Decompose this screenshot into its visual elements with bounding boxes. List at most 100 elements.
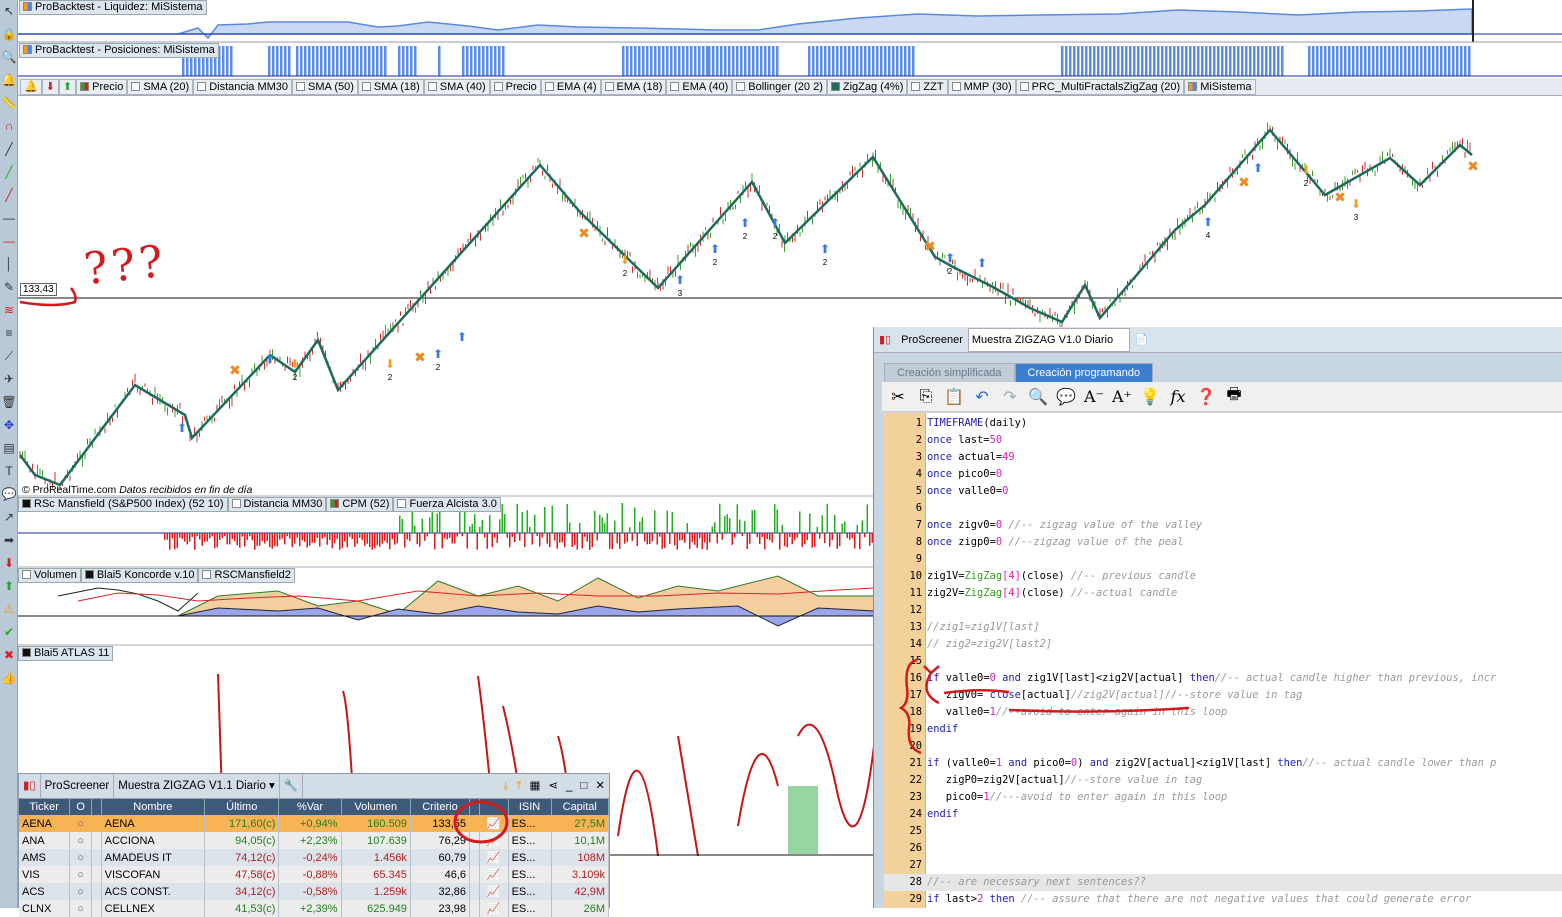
up-arrow-icon[interactable]: ⬆ [1, 578, 17, 594]
cell-ticker: ANA [19, 832, 71, 849]
down-button[interactable]: ⬇ [41, 78, 59, 95]
panel-tab[interactable]: CPM (52) [326, 497, 394, 512]
check-icon[interactable]: ✔ [1, 624, 17, 640]
column-header[interactable]: Nombre [101, 799, 206, 815]
indicator-tab[interactable]: SMA (50) [292, 78, 358, 95]
indicator-tab[interactable]: Precio [76, 78, 128, 95]
right-arrow-icon[interactable]: ➡ [1, 532, 17, 548]
indicator-tab[interactable]: SMA (40) [423, 78, 490, 95]
column-header[interactable]: Último [204, 799, 280, 815]
font-decrease-icon[interactable]: A⁻ [1084, 387, 1104, 406]
magnet-icon[interactable]: ∩ [1, 118, 17, 134]
share-icon[interactable]: ⋖ [544, 774, 562, 799]
indicator-tab[interactable]: MMP (30) [947, 78, 1016, 95]
indicator-tab[interactable]: EMA (40) [666, 78, 733, 95]
close-icon[interactable]: ✕ [591, 774, 609, 799]
column-header[interactable]: %Var [278, 799, 342, 815]
up-button[interactable]: ⬆ [58, 78, 77, 95]
cell-vol: 107.639 [341, 832, 411, 849]
green-line-icon[interactable]: ╱ [1, 164, 17, 180]
warning-icon[interactable]: ⚠ [1, 601, 17, 617]
ruler-icon[interactable]: 📏 [1, 95, 17, 111]
font-increase-icon[interactable]: A⁺ [1112, 387, 1132, 406]
line-icon[interactable]: ╱ [1, 141, 17, 157]
red-line-icon[interactable]: ╱ [1, 187, 17, 203]
rsc-bar [486, 533, 488, 549]
lightbulb-icon[interactable]: 💡 [1140, 387, 1160, 407]
panel-tab[interactable]: RSc Mansfield (S&P500 Index) (52 10) [18, 497, 228, 512]
arrow-icon[interactable]: ↗ [1, 509, 17, 525]
indicator-tab[interactable]: EMA (18) [600, 78, 667, 95]
table-row[interactable]: AENA ○ AENA 171,60(c) +0,94% 160.509 133,55 📈 ES… [19, 815, 609, 832]
indicator-tab[interactable]: PRC_MultiFractalsZigZag (20) [1015, 78, 1185, 95]
help-doc-icon[interactable]: 📄 [1130, 333, 1154, 346]
zoom-icon[interactable]: 🔍 [1, 49, 17, 65]
red-horizontal-icon[interactable]: ― [1, 233, 17, 249]
screener-select[interactable]: Muestra ZIGZAG V1.1 Diario ▾ [114, 773, 280, 799]
column-header[interactable] [91, 799, 102, 815]
indicator-tab[interactable]: EMA (4) [540, 78, 601, 95]
cursor-icon[interactable]: ↖ [1, 3, 17, 19]
satellite-icon[interactable]: ✈ [1, 371, 17, 387]
tab-simplified[interactable]: Creación simplificada [884, 363, 1015, 382]
comment-icon[interactable]: 💬 [1056, 387, 1076, 407]
undo-icon[interactable]: ↶ [972, 387, 992, 407]
cross-icon[interactable]: ✖ [1, 647, 17, 663]
cut-icon[interactable]: ✂ [888, 387, 908, 407]
indicator-tab[interactable]: SMA (18) [357, 78, 424, 95]
function-icon[interactable]: fx [1168, 387, 1188, 406]
layout-icon[interactable]: ▦ [525, 774, 544, 799]
panel-tab[interactable]: Blai5 Koncorde v.10 [80, 568, 199, 583]
panel-tab[interactable]: Distancia MM30 [227, 497, 327, 512]
table-row[interactable]: CLNX ○ CELLNEX 41,53(c) +2,39% 625.949 23,98 📈 E… [19, 900, 609, 917]
help-icon[interactable]: ❓ [1196, 387, 1216, 407]
indicator-tab[interactable]: SMA (20) [127, 78, 194, 95]
indicator-tab[interactable]: ZigZag (4%) [826, 78, 908, 95]
rsc-bar [761, 533, 763, 538]
copy-icon[interactable]: ⎘ [916, 388, 936, 406]
minimize-icon[interactable]: _ [562, 774, 576, 799]
alert-bell-icon[interactable]: 🔔 [20, 78, 42, 95]
print-icon[interactable]: 🖶 [1224, 383, 1244, 410]
down-arrow-icon[interactable]: ⬇ [1, 555, 17, 571]
table-row[interactable]: ACS ○ ACS CONST. 34,12(c) -0,58% 1.259k 32,86 📈… [19, 883, 609, 900]
alert-icon[interactable]: 🔔 [1, 72, 17, 88]
thumbs-up-icon[interactable]: 👍 [1, 670, 17, 686]
indicator-tab[interactable]: Bollinger (20 2) [732, 78, 827, 95]
vertical-line-icon[interactable]: │ [1, 256, 17, 272]
indicator-tab[interactable]: Distancia MM30 [193, 78, 293, 95]
table-row[interactable]: ANA ○ ACCIONA 94,05(c) +2,23% 107.639 76,29 📈 ES… [19, 832, 609, 849]
table-row[interactable]: VIS ○ VISCOFAN 47,58(c) -0,88% 65.345 46,6 📈 ES.… [19, 866, 609, 883]
maximize-icon[interactable]: □ [576, 774, 591, 799]
search-icon[interactable]: 🔍 [1028, 387, 1048, 407]
document-icon[interactable]: ▤ [1, 440, 17, 456]
redo-icon[interactable]: ↷ [1000, 387, 1020, 407]
column-header[interactable]: Capital [551, 799, 609, 815]
tab-programming[interactable]: Creación programando [1014, 363, 1154, 382]
comment-icon[interactable]: 💬 [1, 486, 17, 502]
horizontal-line-icon[interactable]: ― [1, 210, 17, 226]
text-icon[interactable]: T [1, 463, 17, 479]
trash-icon[interactable]: 🗑 [1, 394, 17, 410]
position-bar [654, 46, 657, 76]
screener-name-input[interactable]: Muestra ZIGZAG V1.0 Diario [967, 327, 1130, 352]
panel-tab[interactable]: RSCMansfield2 [198, 568, 295, 583]
wrench-icon[interactable]: 🔧 [280, 773, 304, 799]
lock-icon[interactable]: 🔒 [1, 26, 17, 42]
panel-tab[interactable]: Fuerza Alcista 3.0 [393, 497, 501, 512]
column-header[interactable]: O [69, 799, 92, 815]
fibonacci-icon[interactable]: ≡ [1, 325, 17, 341]
indicator-tab[interactable]: Precio [489, 78, 541, 95]
position-bar [344, 46, 347, 76]
column-header[interactable]: Ticker [19, 799, 71, 815]
code-editor[interactable]: 1 TIMEFRAME(daily) 2 once last=50 3 once actu… [884, 413, 1562, 908]
column-header[interactable]: Volumen [341, 799, 411, 815]
paste-icon[interactable]: 📋 [944, 387, 964, 407]
indicator-tab[interactable]: MiSistema [1184, 78, 1256, 95]
move-icon[interactable]: ✥ [1, 417, 17, 433]
trend-icon[interactable]: ⟋ [1, 348, 17, 364]
panel-tab[interactable]: Volumen [18, 568, 81, 583]
indicator-tab[interactable]: ZZT [907, 78, 948, 95]
atlas-panel-tab[interactable]: Blai5 ATLAS 11 [18, 646, 114, 661]
table-row[interactable]: AMS ○ AMADEUS IT 74,12(c) -0,24% 1.456k 60,79 📈… [19, 849, 609, 866]
